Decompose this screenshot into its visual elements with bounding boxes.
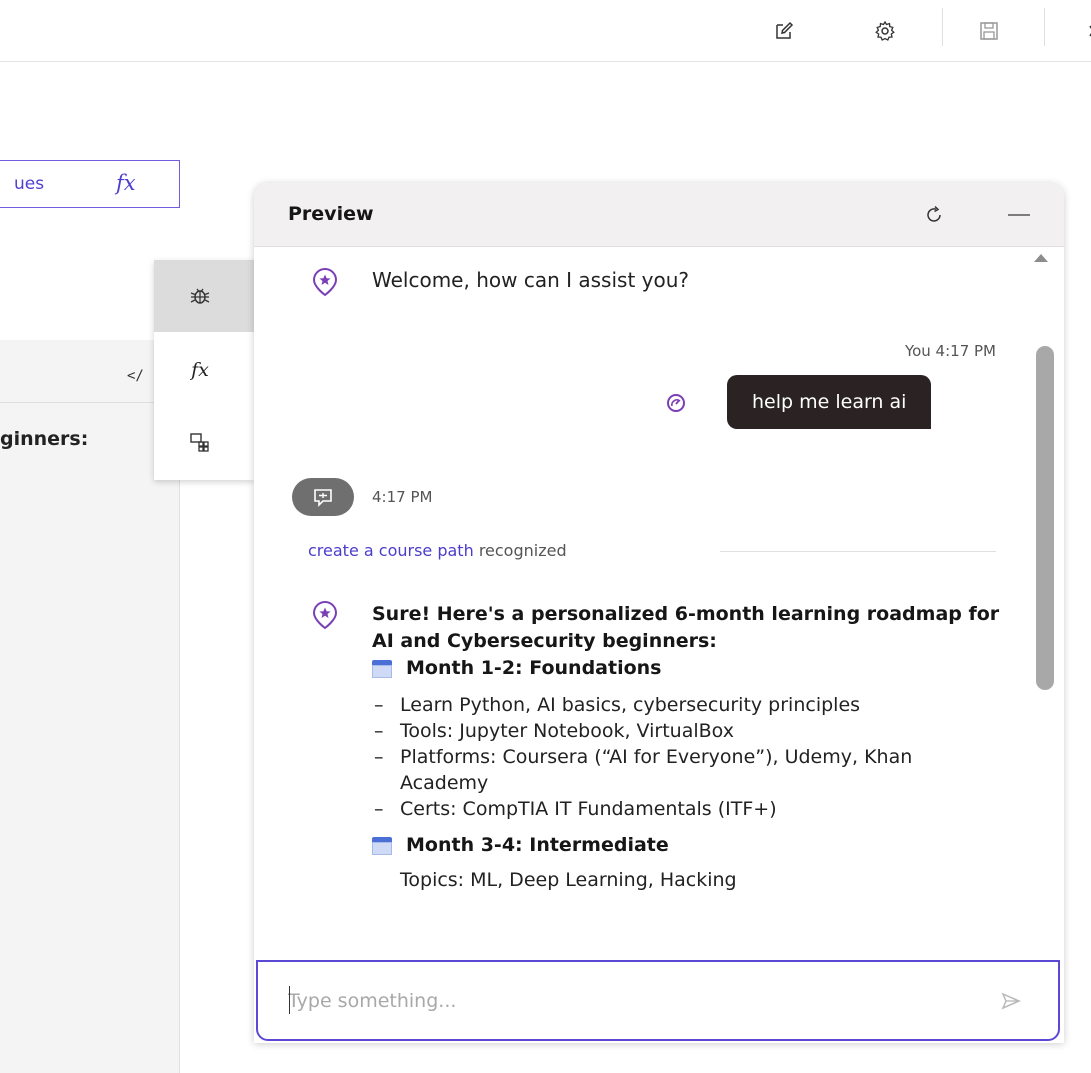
user-message-bubble: help me learn ai — [727, 375, 932, 429]
close-icon[interactable] — [1074, 14, 1091, 48]
variables-button[interactable] — [154, 406, 254, 478]
message-list[interactable]: Welcome, how can I assist you? You 4:17 … — [254, 248, 1064, 988]
top-toolbar — [0, 0, 1091, 62]
section-heading-text: Month 1-2: Foundations — [406, 657, 662, 679]
bot-answer: Sure! Here's a personalized 6-month lear… — [372, 601, 1002, 893]
minimize-icon — [1008, 214, 1030, 216]
function-icon[interactable]: fx — [116, 171, 136, 195]
section-bullets: Learn Python, AI basics, cybersecurity p… — [372, 692, 1002, 822]
system-avatar — [292, 478, 354, 516]
intent-divider — [720, 551, 996, 552]
values-input[interactable]: ues fx — [0, 160, 180, 208]
list-item: Tools: Jupyter Notebook, VirtualBox — [372, 718, 1002, 744]
list-item: Learn Python, AI basics, cybersecurity p… — [372, 692, 1002, 718]
code-view-toggle[interactable]: </ — [127, 368, 144, 384]
bot-avatar-icon — [308, 598, 342, 632]
bot-avatar-icon — [308, 265, 342, 299]
refresh-button[interactable] — [918, 199, 950, 231]
toolbar-divider — [942, 8, 943, 46]
user-icon — [662, 389, 690, 417]
editor-text: ginners: — [0, 428, 89, 450]
edit-icon[interactable] — [767, 14, 801, 48]
calendar-icon — [372, 659, 392, 678]
save-icon[interactable] — [972, 14, 1006, 48]
section-heading-text: Month 3-4: Intermediate — [406, 834, 669, 856]
message-input-container — [256, 960, 1060, 1041]
settings-icon[interactable] — [868, 14, 902, 48]
section-heading: Month 1-2: Foundations — [372, 655, 1002, 682]
preview-title: Preview — [288, 203, 374, 225]
variables-icon — [190, 433, 209, 452]
function-button[interactable]: fx — [154, 334, 254, 406]
debug-button[interactable] — [154, 260, 254, 332]
intent-status: create a course path recognized — [308, 541, 567, 560]
send-icon — [1001, 992, 1021, 1010]
toolbar-divider — [1044, 8, 1045, 46]
preview-header: Preview — [254, 183, 1064, 247]
side-tool-menu: fx — [154, 260, 254, 480]
welcome-message: Welcome, how can I assist you? — [372, 268, 690, 292]
calendar-icon — [372, 836, 392, 855]
values-label: ues — [14, 174, 45, 194]
user-message-meta: You 4:17 PM — [904, 342, 996, 360]
section-heading: Month 3-4: Intermediate — [372, 832, 1002, 859]
intent-link[interactable]: create a course path — [308, 541, 474, 560]
list-item: Platforms: Coursera (“AI for Everyone”),… — [372, 744, 1002, 796]
system-timestamp: 4:17 PM — [372, 488, 433, 506]
list-item: Topics: ML, Deep Learning, Hacking — [400, 869, 737, 891]
intent-status-text: recognized — [478, 541, 567, 560]
debug-icon — [190, 288, 210, 304]
panel-divider — [0, 402, 180, 403]
minimize-button[interactable] — [1002, 199, 1036, 231]
list-item: Certs: CompTIA IT Fundamentals (ITF+) — [372, 796, 1002, 822]
send-button[interactable] — [994, 986, 1028, 1016]
message-input[interactable] — [288, 984, 968, 1018]
scroll-up-arrow[interactable] — [1034, 254, 1048, 262]
preview-panel: Preview Welcome, how can I assist you? Y… — [254, 183, 1064, 1043]
function-icon: fx — [191, 359, 209, 381]
refresh-icon — [927, 205, 941, 222]
chat-icon — [314, 489, 332, 507]
text-caret — [289, 986, 290, 1014]
scrollbar-thumb[interactable] — [1036, 346, 1054, 690]
answer-intro: Sure! Here's a personalized 6-month lear… — [372, 603, 1000, 652]
